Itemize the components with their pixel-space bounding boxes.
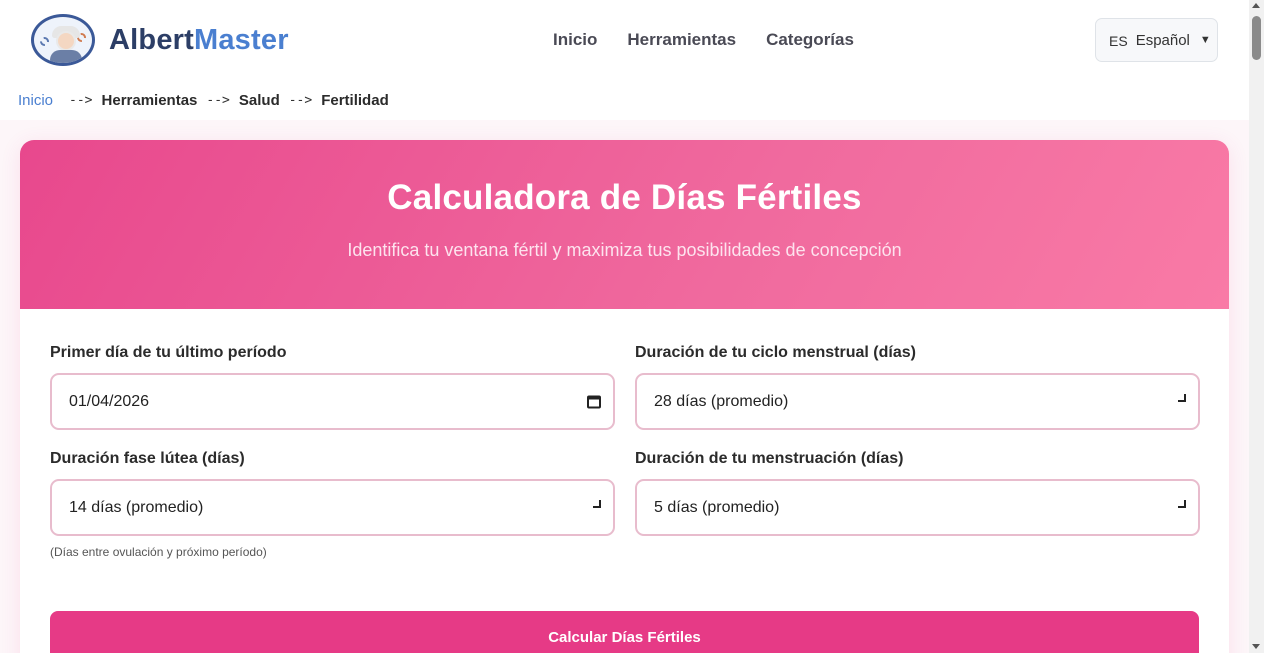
breadcrumb-separator: -->	[206, 92, 230, 108]
chevron-down-icon	[1178, 499, 1186, 508]
breadcrumb-item-fertilidad: Fertilidad	[321, 91, 389, 109]
calculate-button[interactable]: Calcular Días Fértiles	[50, 611, 1199, 653]
breadcrumb: Inicio --> Herramientas --> Salud --> Fe…	[0, 80, 1249, 120]
dropdown-arrow-icon: ▼	[1199, 34, 1211, 46]
brand-name: AlbertMaster	[109, 24, 289, 57]
page-title: Calculadora de Días Fértiles	[387, 178, 862, 217]
breadcrumb-item-salud[interactable]: Salud	[239, 92, 280, 109]
last-period-label: Primer día de tu último período	[50, 344, 287, 361]
period-length-label: Duración de tu menstruación (días)	[635, 450, 904, 467]
luteal-phase-hint: (Días entre ovulación y próximo período)	[50, 545, 267, 559]
period-length-value: 5 días (promedio)	[654, 498, 780, 516]
cycle-length-label: Duración de tu ciclo menstrual (días)	[635, 344, 916, 361]
gear-icon	[40, 37, 49, 46]
logo-image	[31, 14, 95, 66]
page-subtitle: Identifica tu ventana fértil y maximiza …	[347, 240, 902, 260]
calendar-icon[interactable]	[587, 395, 601, 408]
page-scrollbar[interactable]	[1249, 0, 1264, 653]
last-period-date-input[interactable]: 01/04/2026	[50, 373, 615, 430]
breadcrumb-separator: -->	[69, 92, 93, 108]
luteal-phase-select[interactable]: 14 días (promedio)	[50, 479, 615, 536]
luteal-phase-value: 14 días (promedio)	[69, 498, 204, 516]
chevron-down-icon	[1178, 393, 1186, 402]
breadcrumb-separator: -->	[288, 92, 313, 108]
scroll-up-icon[interactable]	[1252, 3, 1260, 8]
nav-item-herramientas[interactable]: Herramientas	[627, 30, 736, 50]
cycle-length-value: 28 días (promedio)	[654, 392, 789, 410]
cycle-length-select[interactable]: 28 días (promedio)	[635, 373, 1200, 430]
period-length-select[interactable]: 5 días (promedio)	[635, 479, 1200, 536]
luteal-phase-label: Duración fase lútea (días)	[50, 450, 245, 467]
site-header: AlbertMaster Inicio Herramientas Categor…	[0, 0, 1249, 80]
chevron-down-icon	[593, 499, 601, 508]
breadcrumb-home-link[interactable]: Inicio	[18, 92, 53, 109]
hero-banner: Calculadora de Días Fértiles Identifica …	[20, 140, 1229, 309]
language-label: Español	[1135, 31, 1190, 49]
last-period-value: 01/04/2026	[69, 392, 150, 410]
logo[interactable]: AlbertMaster	[31, 14, 289, 66]
breadcrumb-item-herramientas[interactable]: Herramientas	[102, 92, 198, 109]
scroll-down-icon[interactable]	[1252, 644, 1260, 649]
brand-name-part1: Albert	[109, 23, 194, 56]
calculator-card: Calculadora de Días Fértiles Identifica …	[20, 140, 1229, 653]
nav-item-categorias[interactable]: Categorías	[766, 30, 854, 50]
language-code: ES	[1109, 33, 1128, 49]
language-selector[interactable]: ES Español ▼	[1095, 18, 1218, 62]
brand-name-part2: Master	[194, 23, 289, 56]
nav-item-inicio[interactable]: Inicio	[553, 30, 597, 50]
scrollbar-thumb[interactable]	[1252, 16, 1261, 60]
main-nav: Inicio Herramientas Categorías	[553, 30, 854, 50]
